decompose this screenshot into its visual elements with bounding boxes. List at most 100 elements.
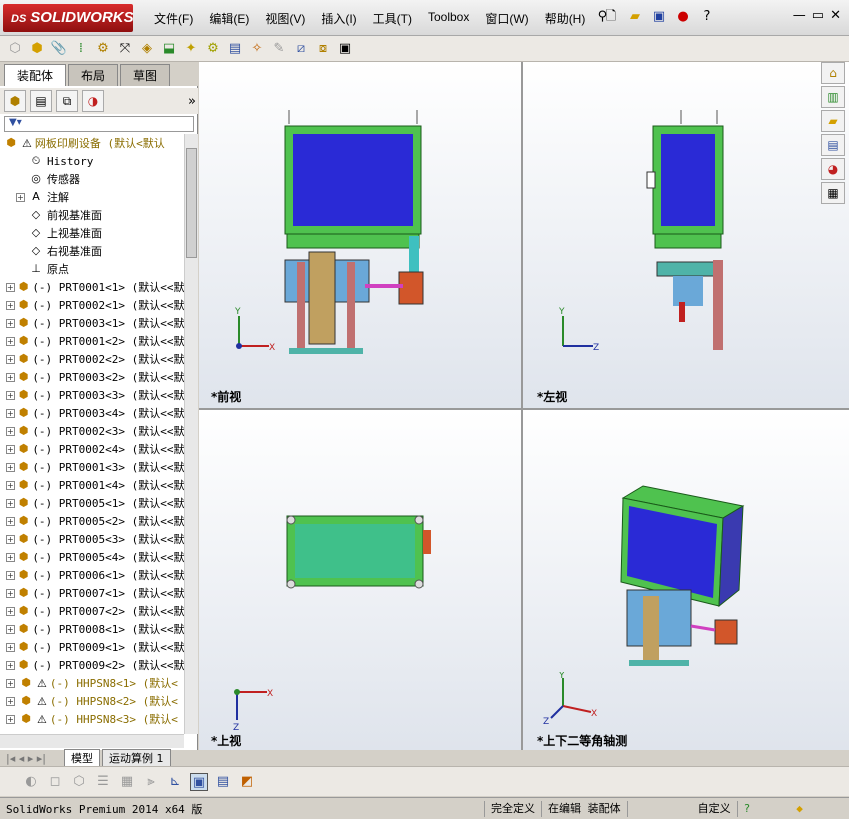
maximize-icon[interactable]: ▭: [812, 8, 824, 23]
tag-icon[interactable]: ◆: [796, 802, 803, 815]
tree-warning-part-row[interactable]: + ⬢ ⚠ (-) HHPSN8<3> (默认<: [0, 710, 184, 728]
nav-arrows-icon[interactable]: |◂ ◂ ▸ ▸|: [6, 752, 46, 765]
assembly-features-icon[interactable]: ⬓: [160, 40, 178, 58]
left-view-pane[interactable]: Y Z *左视: [523, 62, 849, 408]
shaded-icon[interactable]: ◐: [22, 773, 40, 791]
expand-icon[interactable]: +: [6, 588, 15, 598]
tree-warning-part-row[interactable]: + ⬢ ⚠ (-) HHPSN8<2> (默认<: [0, 692, 184, 710]
menu-tools[interactable]: 工具(T): [365, 8, 420, 29]
expand-icon[interactable]: +: [16, 192, 25, 202]
hidden-lines-icon[interactable]: ◻: [46, 773, 64, 791]
expand-icon[interactable]: +: [6, 408, 15, 418]
align-icon[interactable]: ⫸: [142, 773, 160, 791]
minimize-icon[interactable]: —: [793, 8, 806, 23]
expand-icon[interactable]: +: [6, 318, 15, 328]
menu-view[interactable]: 视图(V): [257, 8, 313, 29]
design-library-icon[interactable]: ▥: [821, 86, 845, 108]
tree-part-row[interactable]: + ⬢ (-) PRT0007<1> (默认<<默: [0, 584, 184, 602]
chevron-right-icon[interactable]: »: [188, 94, 196, 109]
tree-item[interactable]: ⏲ History: [0, 152, 184, 170]
wireframe-icon[interactable]: ⬡: [70, 773, 88, 791]
tree-vertical-scrollbar[interactable]: [184, 134, 198, 734]
top-view-pane[interactable]: X Z *上视: [199, 410, 521, 750]
appearances-icon[interactable]: ◕: [821, 158, 845, 180]
home-icon[interactable]: ⌂: [821, 62, 845, 84]
grid-icon[interactable]: ▦: [118, 773, 136, 791]
tree-part-row[interactable]: + ⬢ (-) PRT0002<4> (默认<<默: [0, 440, 184, 458]
insert-component-icon[interactable]: ⬡: [6, 40, 24, 58]
menu-toolbox[interactable]: Toolbox: [420, 8, 477, 29]
close-icon[interactable]: ✕: [830, 8, 841, 23]
tree-part-row[interactable]: + ⬢ (-) PRT0007<2> (默认<<默: [0, 602, 184, 620]
menu-file[interactable]: 文件(F): [146, 8, 201, 29]
expand-icon[interactable]: +: [6, 282, 15, 292]
property-manager-icon[interactable]: ▤: [30, 90, 52, 112]
rebuild-traffic-light-icon[interactable]: ●: [674, 8, 692, 26]
reference-geometry-icon[interactable]: ✦: [182, 40, 200, 58]
tree-part-row[interactable]: + ⬢ (-) PRT0003<4> (默认<<默: [0, 404, 184, 422]
tree-part-row[interactable]: + ⬢ (-) PRT0003<2> (默认<<默: [0, 368, 184, 386]
expand-icon[interactable]: +: [6, 426, 15, 436]
new-document-icon[interactable]: 🗋: [602, 8, 620, 26]
configuration-manager-icon[interactable]: ⧉: [56, 90, 78, 112]
tree-item[interactable]: + A 注解: [0, 188, 184, 206]
expand-icon[interactable]: +: [6, 462, 15, 472]
expand-icon[interactable]: +: [6, 480, 15, 490]
tree-part-row[interactable]: + ⬢ (-) PRT0005<4> (默认<<默: [0, 548, 184, 566]
tree-part-row[interactable]: + ⬢ (-) PRT0002<1> (默认<<默: [0, 296, 184, 314]
move-component-icon[interactable]: ⤧: [116, 40, 134, 58]
display-manager-icon[interactable]: ◑: [82, 90, 104, 112]
tree-part-row[interactable]: + ⬢ (-) PRT0009<2> (默认<<默: [0, 656, 184, 674]
menu-insert[interactable]: 插入(I): [313, 8, 364, 29]
tree-item[interactable]: ◇ 右视基准面: [0, 242, 184, 260]
expand-icon[interactable]: +: [6, 678, 15, 688]
tree-part-row[interactable]: + ⬢ (-) PRT0008<1> (默认<<默: [0, 620, 184, 638]
exploded-view-icon[interactable]: ✧: [248, 40, 266, 58]
tree-part-row[interactable]: + ⬢ (-) PRT0005<1> (默认<<默: [0, 494, 184, 512]
tree-part-row[interactable]: + ⬢ (-) PRT0002<3> (默认<<默: [0, 422, 184, 440]
tree-item[interactable]: ⊥ 原点: [0, 260, 184, 278]
list-icon[interactable]: ☰: [94, 773, 112, 791]
menu-window[interactable]: 窗口(W): [477, 8, 536, 29]
expand-icon[interactable]: +: [6, 444, 15, 454]
bill-of-materials-icon[interactable]: ▤: [226, 40, 244, 58]
show-hidden-icon[interactable]: ◈: [138, 40, 156, 58]
custom-properties-icon[interactable]: ▦: [821, 182, 845, 204]
expand-icon[interactable]: +: [6, 570, 15, 580]
tree-part-row[interactable]: + ⬢ (-) PRT0006<1> (默认<<默: [0, 566, 184, 584]
feature-manager-icon[interactable]: ⬢: [4, 90, 26, 112]
tree-part-row[interactable]: + ⬢ (-) PRT0001<3> (默认<<默: [0, 458, 184, 476]
status-help-icon[interactable]: ?: [736, 800, 757, 817]
expand-icon[interactable]: +: [6, 336, 15, 346]
table-view-icon[interactable]: ▤: [214, 773, 232, 791]
tree-part-row[interactable]: + ⬢ (-) PRT0003<1> (默认<<默: [0, 314, 184, 332]
expand-icon[interactable]: +: [6, 660, 15, 670]
tree-root[interactable]: ⬢ ⚠ 网板印刷设备 (默认<默认: [0, 134, 184, 152]
tab-motion-study[interactable]: 运动算例 1: [102, 749, 171, 767]
filter-box[interactable]: ▼▾: [4, 116, 194, 132]
tree-item[interactable]: ◇ 上视基准面: [0, 224, 184, 242]
tree-part-row[interactable]: + ⬢ (-) PRT0009<1> (默认<<默: [0, 638, 184, 656]
scrollbar-thumb[interactable]: [186, 148, 197, 258]
tab-assembly[interactable]: 装配体: [4, 64, 67, 86]
tree-horizontal-scrollbar[interactable]: [0, 734, 184, 748]
expand-icon[interactable]: +: [6, 534, 15, 544]
graphics-area[interactable]: 🔍 🔎 ↶ ▥ ◰ ◧ 👓 ◕ ⬤ ▤ ◫ ◫ — ❐ ✕: [199, 62, 849, 750]
tree-part-row[interactable]: + ⬢ (-) PRT0005<3> (默认<<默: [0, 530, 184, 548]
clearance-verification-icon[interactable]: ⧇: [314, 40, 332, 58]
tree-part-row[interactable]: + ⬢ (-) PRT0001<4> (默认<<默: [0, 476, 184, 494]
render-icon[interactable]: ◩: [238, 773, 256, 791]
axes-icon[interactable]: ⊾: [166, 773, 184, 791]
tree-item[interactable]: ◎ 传感器: [0, 170, 184, 188]
expand-icon[interactable]: +: [6, 696, 15, 706]
menu-help[interactable]: 帮助(H): [537, 8, 594, 29]
open-folder-icon[interactable]: ▰: [626, 8, 644, 26]
file-explorer-icon[interactable]: ▰: [821, 110, 845, 132]
menu-edit[interactable]: 编辑(E): [201, 8, 257, 29]
expand-icon[interactable]: +: [6, 642, 15, 652]
tab-sketch[interactable]: 草图: [120, 64, 171, 86]
linear-pattern-icon[interactable]: ⁞: [72, 40, 90, 58]
tab-layout[interactable]: 布局: [68, 64, 119, 86]
vertical-split-divider[interactable]: [521, 62, 523, 750]
front-view-pane[interactable]: Y X *前视: [199, 62, 521, 408]
